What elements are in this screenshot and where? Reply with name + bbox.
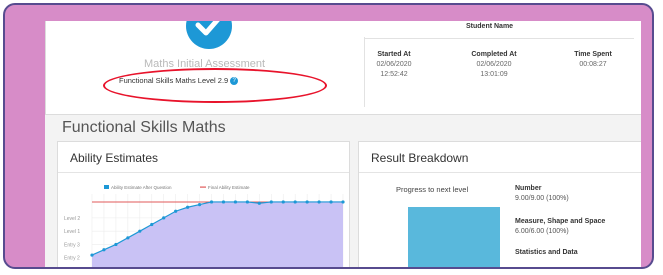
ability-card-title: Ability Estimates (70, 151, 159, 165)
y-tick-label: Level 2 (64, 216, 80, 222)
red-highlight-ellipse (103, 68, 327, 103)
ability-point (257, 201, 261, 205)
screenshot: Maths Initial Assessment Functional Skil… (45, 21, 641, 267)
progress-label: Progress to next level (396, 185, 469, 194)
assessment-summary-card: Maths Initial Assessment Functional Skil… (45, 21, 641, 115)
result-card-title: Result Breakdown (371, 151, 469, 165)
card-divider (359, 172, 641, 173)
y-tick-label: Entry 2 (64, 256, 80, 262)
ability-point (329, 200, 333, 204)
stats-divider (364, 38, 634, 39)
result-item-score: 9.00/9.00 (100%) (515, 195, 569, 202)
chart-legend: Ability Estimate After Question Final Ab… (104, 185, 250, 190)
legend-swatch-final (200, 186, 206, 188)
pink-frame: Maths Initial Assessment Functional Skil… (3, 3, 654, 269)
stat-label: Time Spent (574, 51, 612, 58)
stat-label: Completed At (471, 51, 517, 58)
result-item-name: Statistics and Data (515, 249, 578, 256)
ability-point (281, 200, 285, 204)
result-item-name: Measure, Shape and Space (515, 218, 606, 225)
ability-estimates-card: Ability Estimates Level 2 Level 1 Entry 3 E… (57, 141, 350, 267)
ability-point (174, 209, 178, 213)
progress-bar (408, 207, 500, 267)
ability-point (186, 205, 190, 209)
ability-point (209, 200, 214, 204)
ability-point (341, 200, 345, 204)
ability-point (269, 200, 273, 204)
stat-time: 12:52:42 (380, 71, 408, 78)
stat-value: 00:08:27 (579, 61, 607, 68)
section-title: Functional Skills Maths (62, 119, 226, 136)
ability-point (197, 203, 202, 207)
started-at-stat: Started At 02/06/2020 12:52:42 (349, 50, 439, 80)
result-item-score: 6.00/6.00 (100%) (515, 228, 569, 235)
stat-date: 02/06/2020 (376, 61, 412, 68)
ability-point (233, 200, 238, 204)
y-tick-label: Entry 3 (64, 242, 80, 248)
completed-at-stat: Completed At 02/06/2020 13:01:09 (449, 50, 539, 80)
legend-swatch-estimate (104, 185, 109, 189)
legend-final: Final Ability Estimate (208, 185, 250, 190)
ability-point (293, 200, 297, 204)
result-item-number: Number 9.00/9.00 (100%) (515, 184, 569, 204)
ability-chart: Level 2Level 1Entry 3Entry 2Entry 1Pre E… (64, 185, 345, 267)
result-item-name: Number (515, 185, 542, 192)
ability-point (221, 200, 226, 204)
ability-point (126, 236, 130, 240)
ability-area (92, 201, 343, 267)
checkmark-icon (186, 21, 232, 49)
result-breakdown-card: Result Breakdown Progress to next level … (358, 141, 641, 267)
result-item-measure: Measure, Shape and Space 6.00/6.00 (100%… (515, 217, 605, 237)
ability-point (114, 242, 118, 247)
time-spent-stat: Time Spent 00:08:27 (548, 50, 638, 70)
stat-date: 02/06/2020 (476, 61, 512, 68)
ability-point (245, 200, 249, 204)
ability-point (90, 253, 94, 257)
ability-point (150, 222, 154, 227)
student-name-label: Student Name (466, 23, 514, 30)
card-divider (58, 172, 349, 173)
y-tick-label: Level 1 (64, 229, 80, 235)
legend-estimate: Ability Estimate After Question (111, 185, 172, 190)
stat-label: Started At (377, 51, 411, 58)
result-item-statistics: Statistics and Data (515, 248, 578, 258)
ability-point (102, 248, 106, 252)
ability-point (317, 200, 321, 204)
ability-point (305, 200, 309, 204)
ability-point (138, 229, 142, 233)
ability-point (162, 216, 166, 220)
stat-time: 13:01:09 (480, 71, 508, 78)
